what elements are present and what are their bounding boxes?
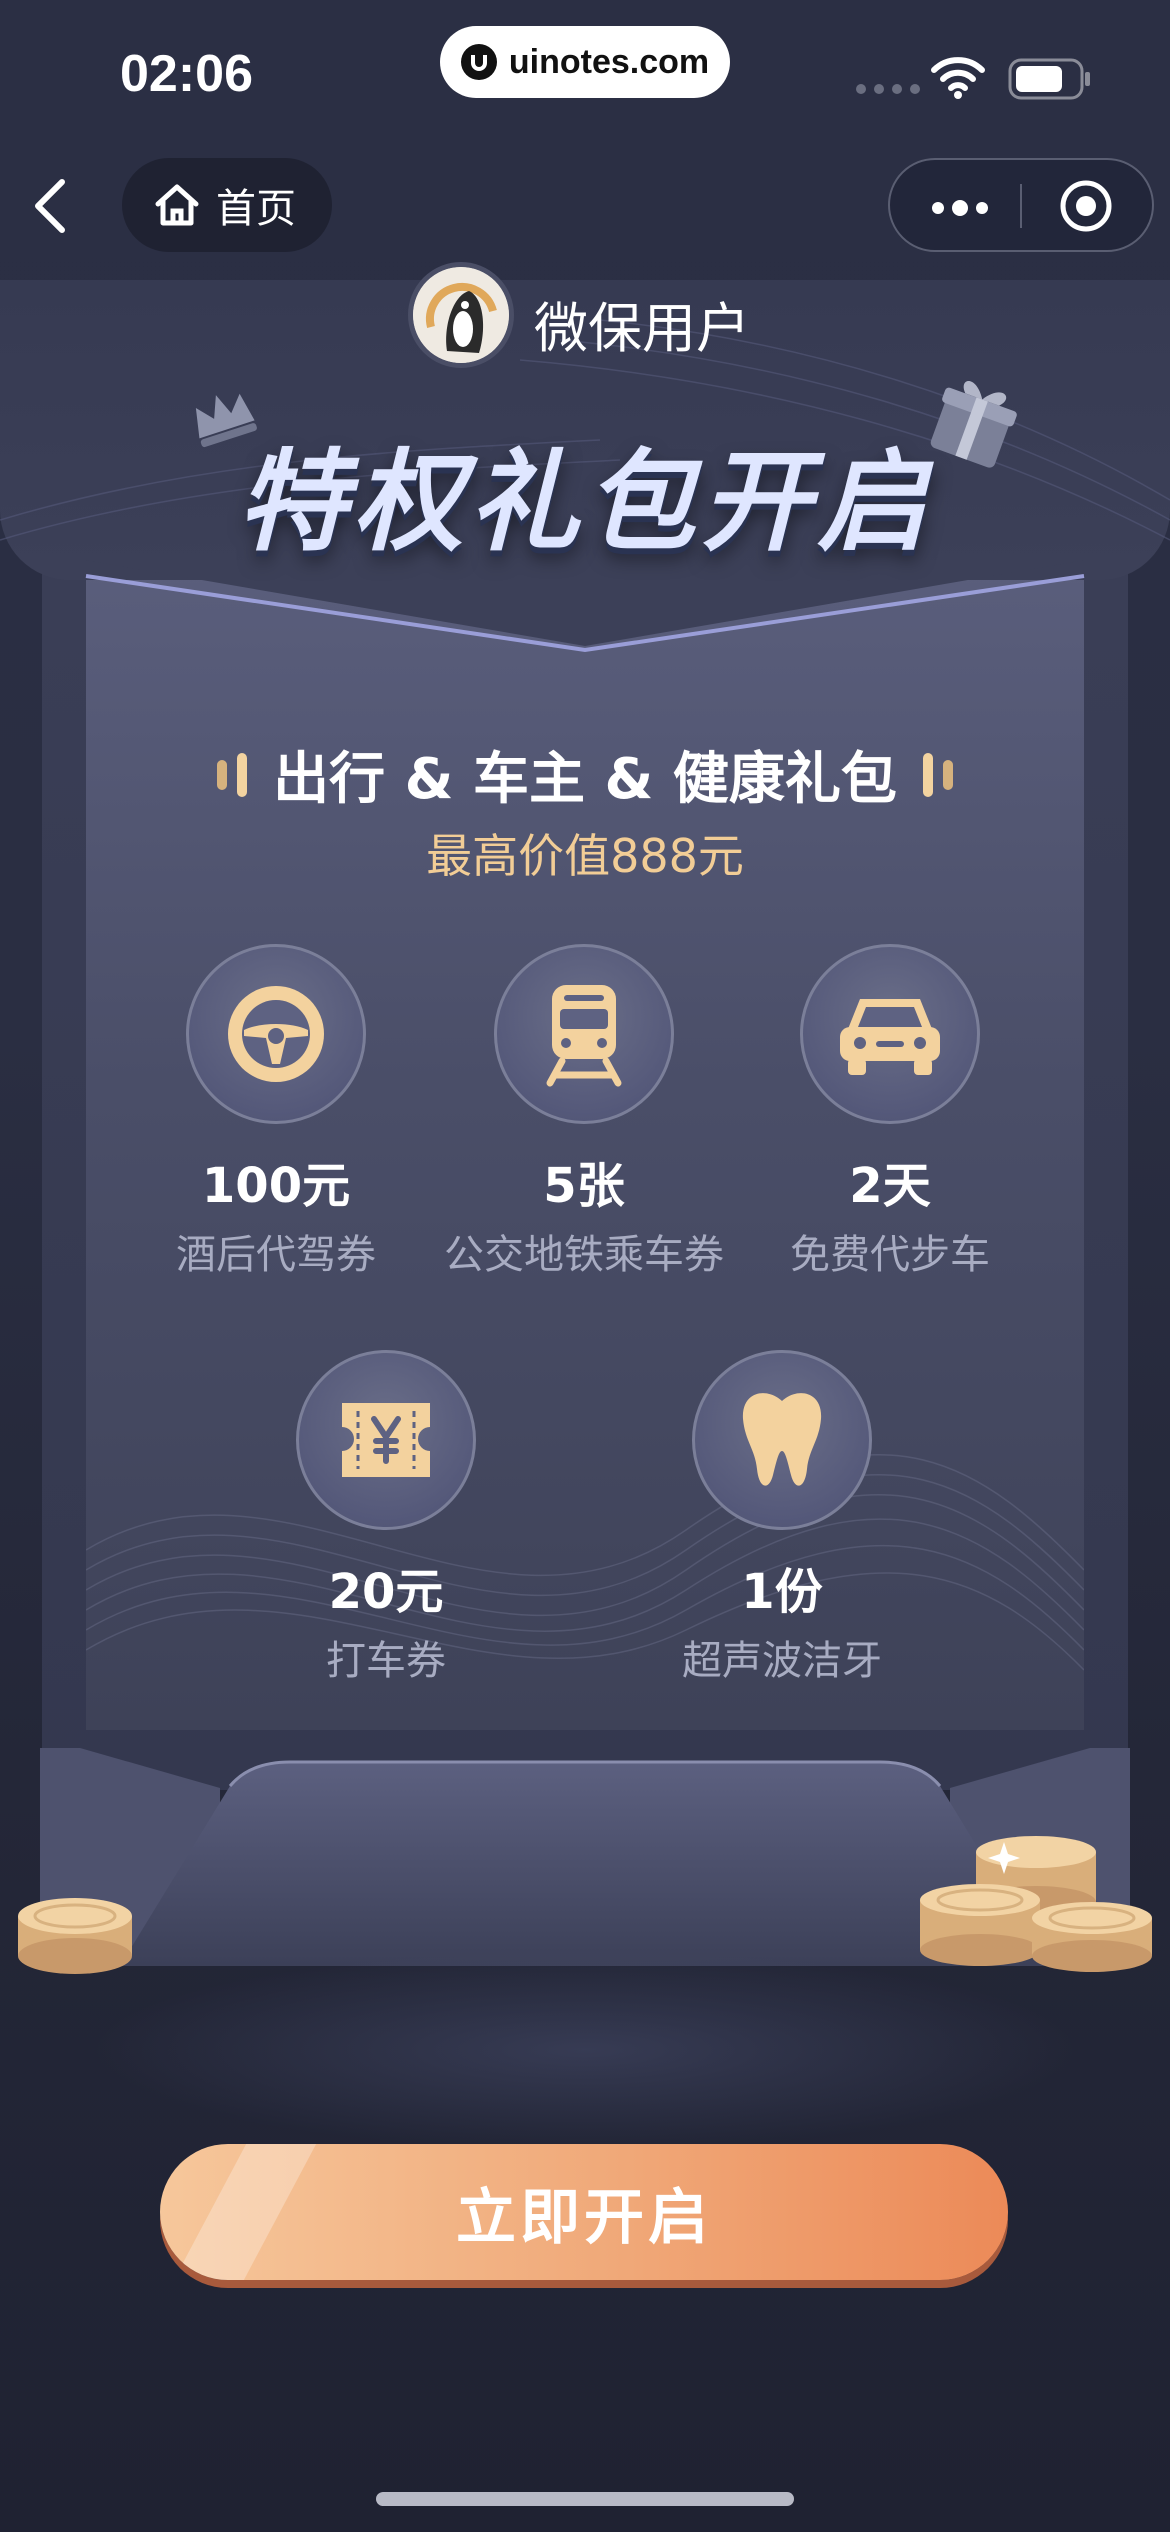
benefit-desc: 酒后代驾券: [176, 1232, 376, 1278]
url-text: uinotes.com: [508, 42, 710, 81]
benefit-amount: 2天: [849, 1158, 931, 1214]
package-title-text: 出行 & 车主 & 健康礼包: [273, 747, 897, 812]
benefit-item: 2天 免费代步车: [740, 944, 1040, 1280]
benefit-desc: 免费代步车: [790, 1232, 990, 1278]
mini-program-capsule: [888, 158, 1154, 252]
train-icon: [546, 985, 622, 1087]
benefit-desc: 打车券: [326, 1638, 446, 1684]
benefit-icon-circle: [296, 1350, 476, 1530]
benefit-amount: 20元: [328, 1564, 444, 1620]
button-shine: [173, 2144, 317, 2280]
benefit-icon-circle: [186, 944, 366, 1124]
benefit-icon-circle: [494, 944, 674, 1124]
tooth-icon: [742, 1393, 822, 1486]
home-button[interactable]: 首页: [122, 158, 332, 252]
back-button[interactable]: [22, 176, 82, 236]
benefit-amount: 1份: [741, 1564, 823, 1620]
open-now-label: 立即开启: [456, 2182, 712, 2253]
wifi-icon: [931, 57, 985, 99]
benefit-item: 20元 打车券: [236, 1350, 536, 1686]
benefit-icon-circle: [692, 1350, 872, 1530]
package-title: 出行 & 车主 & 健康礼包: [0, 734, 1170, 815]
url-pill[interactable]: uinotes.com: [440, 26, 730, 98]
benefit-item: 100元 酒后代驾券: [126, 944, 426, 1280]
target-circle-icon[interactable]: [1058, 178, 1114, 234]
coins-stack-icon: [920, 1836, 1152, 1972]
site-icon: [460, 44, 497, 80]
benefit-amount: 100元: [201, 1158, 351, 1214]
benefit-item: 1份 超声波洁牙: [632, 1350, 932, 1686]
steering-wheel-icon: [228, 986, 324, 1082]
battery-icon: [1008, 58, 1090, 100]
benefit-amount: 5张: [543, 1158, 625, 1214]
car-icon: [840, 999, 940, 1075]
stage-center-block: [120, 1760, 1050, 1966]
headline: 特权礼包开启: [237, 438, 933, 566]
home-label: 首页: [216, 186, 296, 232]
username: 微保用户: [534, 297, 750, 360]
card-tip: [85, 560, 1085, 653]
status-time: 02:06: [120, 45, 253, 103]
benefit-icon-circle: [800, 944, 980, 1124]
screen: 02:06 uinotes.com 首页 微保用户 特权礼包开启 出行 & 车主…: [0, 0, 1170, 2532]
ticket-yen-icon: [342, 1403, 430, 1477]
benefit-desc: 公交地铁乘车券: [444, 1232, 724, 1278]
signal-icon: [856, 84, 920, 94]
title-deco-right: [922, 752, 953, 797]
home-icon: [155, 184, 199, 226]
avatar: [408, 262, 514, 368]
more-dots-icon[interactable]: [930, 188, 990, 228]
title-deco-left: [217, 752, 248, 797]
package-subtitle: 最高价值888元: [426, 829, 744, 883]
benefit-desc: 超声波洁牙: [682, 1638, 882, 1684]
capsule-divider: [1020, 184, 1022, 228]
open-now-button[interactable]: 立即开启: [160, 2144, 1008, 2280]
home-indicator[interactable]: [376, 2492, 794, 2506]
benefit-item: 5张 公交地铁乘车券: [434, 944, 734, 1280]
coins-icon: [18, 1898, 132, 1974]
